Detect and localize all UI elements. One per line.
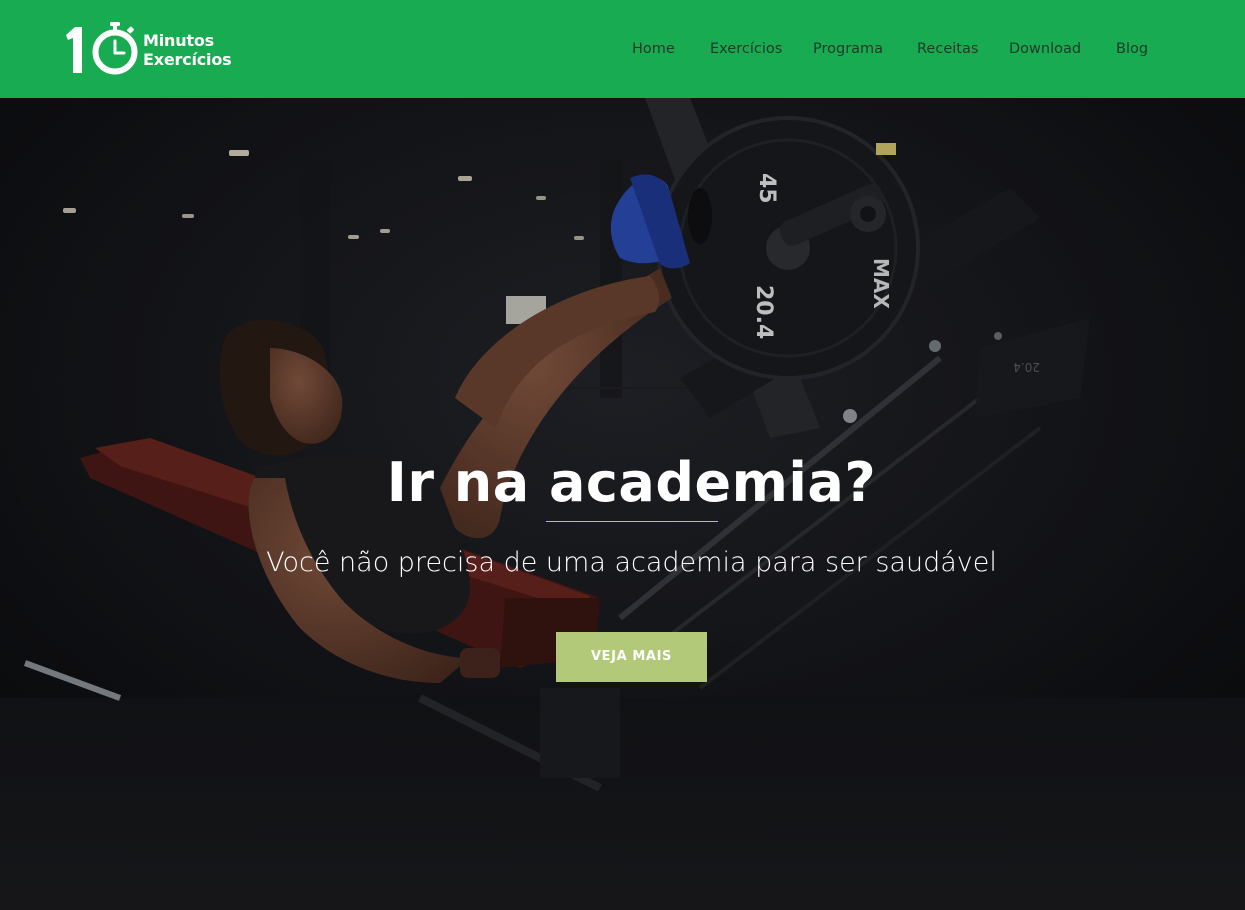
- top-navbar: Minutos Exercícios Home Exercícios Progr…: [0, 0, 1245, 98]
- nav-home-link[interactable]: Home: [632, 38, 675, 60]
- nav-programa-link[interactable]: Programa: [813, 38, 883, 60]
- nav-download-link[interactable]: Download: [1009, 38, 1081, 60]
- hero-divider: [546, 521, 718, 522]
- main-nav: Home Exercícios Programa Receitas Downlo…: [0, 38, 1245, 60]
- nav-exercicios-link[interactable]: Exercícios: [710, 38, 782, 60]
- hero-subtitle: Você não precisa de uma academia para se…: [266, 547, 997, 578]
- hero-section: 20.4 45 20.4 MAX Ir na academia? Você nã…: [0, 98, 1245, 910]
- hero-title: Ir na academia?: [386, 451, 877, 514]
- veja-mais-button[interactable]: VEJA MAIS: [556, 632, 707, 682]
- nav-blog-link[interactable]: Blog: [1116, 38, 1148, 60]
- nav-receitas-link[interactable]: Receitas: [917, 38, 978, 60]
